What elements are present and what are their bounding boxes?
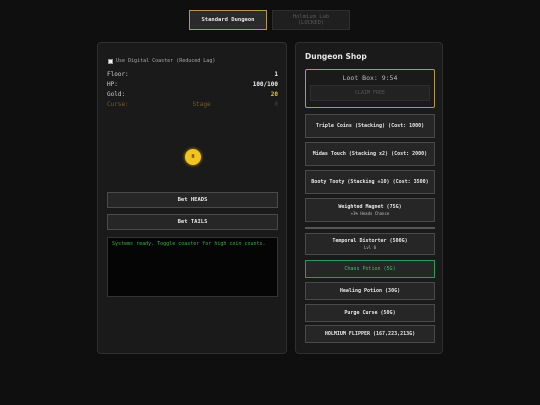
shop-panel: Dungeon Shop Loot Box: 9:54 CLAIM FREE T… [295,42,443,354]
shop-title: Dungeon Shop [305,52,367,61]
shop-item-temporal-distorter[interactable]: Temporal Distorter (500G) Lvl 0 [305,233,435,255]
shop-item-sub: +3% Heads Chance [350,210,390,216]
tab-standard-label: Standard Dungeon [201,17,255,23]
game-log: Systems ready. Toggle coaster for high c… [107,237,278,297]
shop-item-weighted-magnet[interactable]: Weighted Magnet (75G) +3% Heads Chance [305,198,435,222]
tab-holmium-locked: (LOCKED) [297,20,325,26]
shop-item-label: Chaos Potion (5G) [344,265,396,272]
curse-label: Curse: [107,101,129,108]
claim-free-label: CLAIM FREE [354,90,386,96]
shop-item-purge-curse[interactable]: Purge Curse (50G) [305,304,435,322]
dungeon-panel: Use Digital Coaster (Reduced Lag) Floor:… [97,42,287,354]
shop-divider [305,227,435,229]
hp-stat: HP: 100/100 [107,81,278,88]
shop-item-label: Booty Tooty (Stacking +10) (Cost: 3500) [311,178,429,185]
coin-icon: H [185,149,201,165]
bet-heads-button[interactable]: Bet HEADS [107,192,278,208]
shop-item-label: Triple Coins (Stacking) (Cost: 1000) [315,122,425,129]
hp-label: HP: [107,81,118,88]
floor-label: Floor: [107,71,129,78]
curse-stage-label: Stage [192,101,211,108]
shop-item-label: Midas Touch (Stacking x2) (Cost: 2000) [312,150,428,157]
curse-stat: Curse: Stage 0 [107,101,278,108]
coaster-toggle[interactable]: Use Digital Coaster (Reduced Lag) [108,58,215,64]
curse-value: 0 [274,101,278,108]
shop-item-chaos-potion[interactable]: Chaos Potion (5G) [305,260,435,278]
gold-value: 20 [270,91,278,98]
shop-item-label: HOLMIUM FLIPPER (167,223,213G) [324,330,416,337]
coaster-label: Use Digital Coaster (Reduced Lag) [116,58,216,64]
shop-item-label: Purge Curse (50G) [344,309,396,316]
coin-face: H [191,154,195,160]
shop-item-label: Healing Potion (30G) [339,287,401,294]
shop-item-midas-touch[interactable]: Midas Touch (Stacking x2) (Cost: 2000) [305,142,435,166]
claim-free-button[interactable]: CLAIM FREE [310,85,430,101]
log-text: Systems ready. Toggle coaster for high c… [112,241,266,247]
shop-item-healing-potion[interactable]: Healing Potion (30G) [305,282,435,300]
loot-box-timer: Loot Box: 9:54 [342,74,398,82]
bet-heads-label: Bet HEADS [177,197,208,203]
bet-tails-label: Bet TAILS [177,219,208,225]
floor-value: 1 [274,71,278,78]
gold-label: Gold: [107,91,126,98]
shop-item-triple-coins[interactable]: Triple Coins (Stacking) (Cost: 1000) [305,114,435,138]
floor-stat: Floor: 1 [107,71,278,78]
shop-item-booty-tooty[interactable]: Booty Tooty (Stacking +10) (Cost: 3500) [305,170,435,194]
shop-item-holmium-flipper[interactable]: HOLMIUM FLIPPER (167,223,213G) [305,325,435,343]
loot-box: Loot Box: 9:54 CLAIM FREE [305,69,435,108]
coaster-checkbox[interactable] [108,58,113,64]
tab-holmium-lab[interactable]: Holmium Lab (LOCKED) [272,10,350,30]
gold-stat: Gold: 20 [107,91,278,98]
tab-standard-dungeon[interactable]: Standard Dungeon [189,10,267,30]
bet-tails-button[interactable]: Bet TAILS [107,214,278,230]
hp-value: 100/100 [252,81,278,88]
shop-item-sub: Lvl 0 [363,244,377,250]
